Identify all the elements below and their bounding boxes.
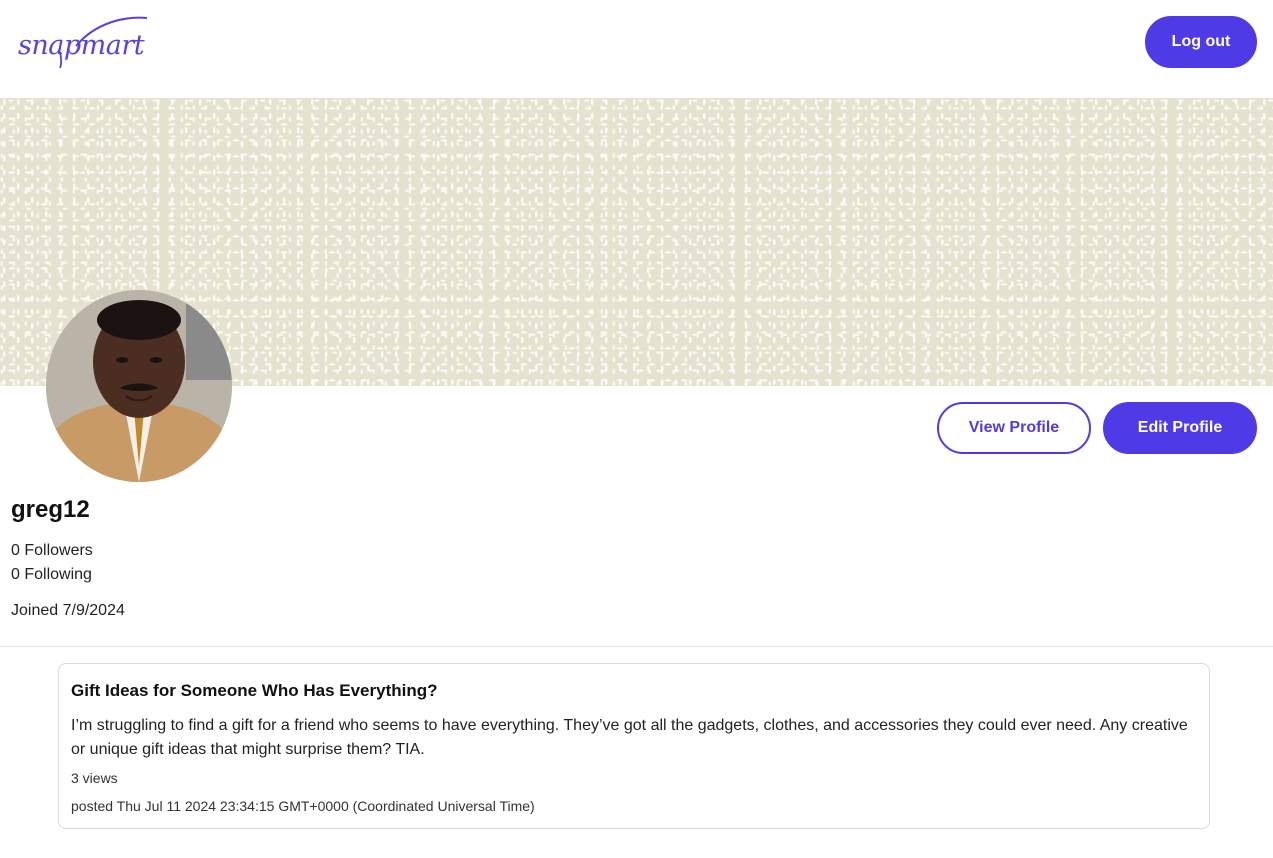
followers-count[interactable]: 0 Followers bbox=[11, 542, 93, 560]
post-timestamp: posted Thu Jul 11 2024 23:34:15 GMT+0000… bbox=[71, 798, 535, 814]
post-card[interactable]: Gift Ideas for Someone Who Has Everythin… bbox=[58, 663, 1210, 829]
post-title[interactable]: Gift Ideas for Someone Who Has Everythin… bbox=[71, 681, 438, 701]
joined-date: Joined 7/9/2024 bbox=[11, 602, 125, 619]
avatar bbox=[46, 290, 232, 482]
post-body: I’m struggling to find a gift for a frie… bbox=[71, 717, 1188, 758]
avatar-photo bbox=[46, 290, 232, 482]
following-count[interactable]: 0 Following bbox=[11, 566, 92, 584]
logo-text: snapmart bbox=[18, 30, 145, 61]
section-divider bbox=[0, 646, 1273, 647]
top-bar: snapmart Log out bbox=[0, 0, 1273, 98]
logout-button[interactable]: Log out bbox=[1145, 16, 1257, 68]
snapmart-logo[interactable]: snapmart bbox=[16, 12, 150, 70]
profile-username: greg12 bbox=[11, 496, 90, 523]
view-profile-button[interactable]: View Profile bbox=[937, 402, 1091, 454]
post-view-count: 3 views bbox=[71, 770, 118, 786]
edit-profile-button[interactable]: Edit Profile bbox=[1103, 402, 1257, 454]
